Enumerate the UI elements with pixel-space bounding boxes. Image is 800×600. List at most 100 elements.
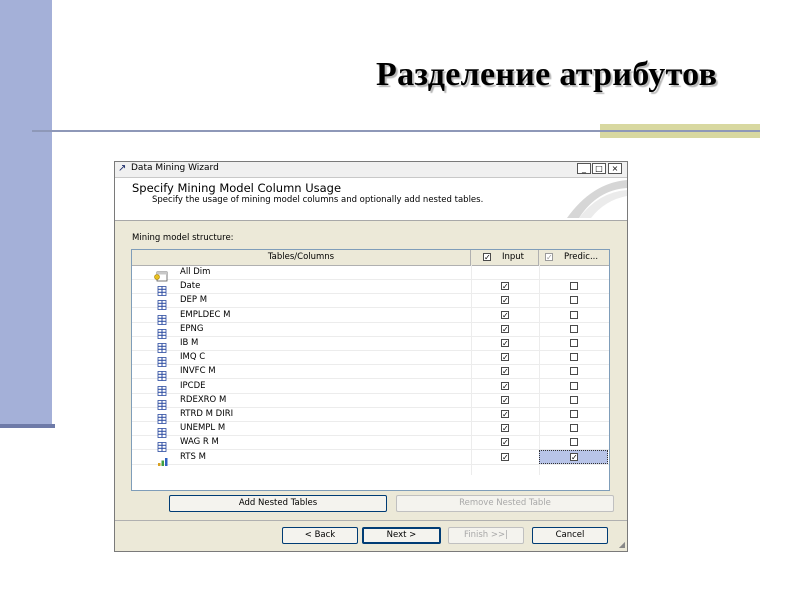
input-checkbox[interactable] bbox=[501, 452, 509, 461]
column-icon bbox=[157, 338, 167, 353]
table-row[interactable]: IB M bbox=[132, 336, 609, 353]
predict-checkbox[interactable] bbox=[570, 296, 578, 305]
predict-all-checkbox[interactable] bbox=[545, 253, 553, 261]
predict-checkbox[interactable] bbox=[570, 424, 578, 433]
column-icon bbox=[157, 437, 167, 453]
window-titlebar[interactable]: ↗ Data Mining Wizard _ □ × bbox=[115, 162, 627, 178]
predict-checkbox[interactable] bbox=[570, 438, 578, 447]
row-label: All Dim bbox=[180, 267, 211, 277]
input-checkbox[interactable] bbox=[501, 367, 509, 376]
table-row[interactable]: EPNG bbox=[132, 322, 609, 339]
row-label: UNEMPL M bbox=[180, 423, 226, 434]
header-swoosh-graphic bbox=[567, 180, 627, 218]
finish-button[interactable]: Finish >>| bbox=[448, 527, 524, 544]
table-row[interactable]: Date bbox=[132, 279, 609, 297]
table-row[interactable]: INVFC M bbox=[132, 364, 609, 382]
column-icon bbox=[157, 423, 167, 439]
minimize-button[interactable]: _ bbox=[577, 163, 591, 174]
cancel-button[interactable]: Cancel bbox=[532, 527, 608, 544]
table-row[interactable]: RTS M bbox=[132, 449, 609, 466]
input-checkbox[interactable] bbox=[501, 324, 509, 333]
row-label: RTS M bbox=[180, 451, 206, 462]
table-row[interactable]: RTRD M DIRI bbox=[132, 407, 609, 424]
row-label: INVFC M bbox=[180, 366, 216, 377]
row-label: DEP M bbox=[180, 295, 208, 306]
table-row[interactable]: IPCDE bbox=[132, 379, 609, 396]
back-button[interactable]: < Back bbox=[282, 527, 358, 544]
column-icon bbox=[157, 381, 167, 396]
input-checkbox[interactable] bbox=[501, 353, 509, 362]
table-row[interactable]: EMPLDEC M bbox=[132, 308, 609, 325]
table-row[interactable]: WAG R M bbox=[132, 435, 609, 453]
column-icon bbox=[157, 281, 167, 297]
input-checkbox[interactable] bbox=[501, 282, 509, 291]
add-nested-tables-button[interactable]: Add Nested Tables bbox=[169, 495, 387, 512]
grid-header: Tables/Columns Input Predic... bbox=[132, 250, 609, 266]
left-decor-bar bbox=[0, 0, 52, 428]
wizard-icon: ↗ bbox=[118, 163, 127, 174]
header-predict[interactable]: Predic... bbox=[539, 250, 609, 265]
table-row[interactable]: UNEMPL M bbox=[132, 421, 609, 439]
structure-label: Mining model structure: bbox=[132, 233, 234, 243]
header-tables-columns[interactable]: Tables/Columns bbox=[132, 250, 471, 265]
title-underline bbox=[32, 130, 760, 132]
header-input-label: Input bbox=[502, 252, 525, 262]
input-all-checkbox[interactable] bbox=[483, 253, 491, 261]
predict-checkbox[interactable] bbox=[570, 395, 578, 404]
row-label: EPNG bbox=[180, 323, 204, 334]
input-checkbox[interactable] bbox=[501, 310, 509, 319]
table-row[interactable]: IMQ C bbox=[132, 350, 609, 368]
input-checkbox[interactable] bbox=[501, 424, 509, 433]
row-label: EMPLDEC M bbox=[180, 309, 231, 320]
column-icon bbox=[157, 295, 167, 311]
wizard-header: Specify Mining Model Column Usage Specif… bbox=[115, 178, 627, 221]
column-icon bbox=[157, 352, 167, 368]
next-button[interactable]: Next > bbox=[362, 527, 441, 544]
column-icon bbox=[157, 324, 167, 339]
header-title: Specify Mining Model Column Usage bbox=[132, 181, 342, 195]
predict-checkbox[interactable] bbox=[570, 452, 578, 461]
window-title: Data Mining Wizard bbox=[131, 163, 219, 173]
predict-checkbox[interactable] bbox=[570, 282, 578, 291]
data-mining-wizard-window: ↗ Data Mining Wizard _ □ × Specify Minin… bbox=[114, 161, 628, 552]
input-checkbox[interactable] bbox=[501, 438, 509, 447]
mining-structure-grid[interactable]: Tables/Columns Input Predic... All Dim Da… bbox=[131, 249, 610, 491]
predict-checkbox[interactable] bbox=[570, 410, 578, 418]
row-label: Date bbox=[180, 281, 201, 292]
table-row[interactable]: RDEXRO M bbox=[132, 393, 609, 410]
column-icon bbox=[157, 409, 167, 424]
row-label: WAG R M bbox=[180, 437, 219, 448]
row-label: IMQ C bbox=[180, 352, 206, 363]
predict-checkbox[interactable] bbox=[570, 324, 578, 333]
predict-checkbox[interactable] bbox=[570, 353, 578, 362]
resize-grip-icon[interactable]: ◢ bbox=[619, 540, 625, 549]
column-icon bbox=[157, 395, 167, 410]
slide-title: Разделение атрибутов bbox=[376, 56, 718, 93]
table-row[interactable]: All Dim bbox=[132, 265, 609, 282]
input-checkbox[interactable] bbox=[501, 410, 509, 418]
maximize-button[interactable]: □ bbox=[592, 163, 606, 174]
close-button[interactable]: × bbox=[608, 163, 622, 174]
header-predict-label: Predic... bbox=[564, 252, 599, 262]
predict-checkbox[interactable] bbox=[570, 381, 578, 390]
footer-separator bbox=[115, 520, 627, 521]
measure-icon bbox=[157, 452, 168, 466]
table-row[interactable]: DEP M bbox=[132, 293, 609, 311]
row-label: RDEXRO M bbox=[180, 394, 227, 405]
row-label: IPCDE bbox=[180, 380, 206, 391]
predict-checkbox[interactable] bbox=[570, 310, 578, 319]
remove-nested-table-button[interactable]: Remove Nested Table bbox=[396, 495, 614, 512]
header-input[interactable]: Input bbox=[471, 250, 539, 265]
header-subtitle: Specify the usage of mining model column… bbox=[152, 195, 484, 205]
input-checkbox[interactable] bbox=[501, 296, 509, 305]
left-decor-bar-shadow bbox=[0, 424, 55, 428]
column-icon bbox=[157, 310, 167, 325]
row-label: RTRD M DIRI bbox=[180, 409, 234, 419]
column-icon bbox=[157, 366, 167, 382]
input-checkbox[interactable] bbox=[501, 395, 509, 404]
input-checkbox[interactable] bbox=[501, 339, 509, 347]
predict-checkbox[interactable] bbox=[570, 339, 578, 347]
predict-checkbox[interactable] bbox=[570, 367, 578, 376]
input-checkbox[interactable] bbox=[501, 381, 509, 390]
row-label: IB M bbox=[180, 338, 199, 348]
